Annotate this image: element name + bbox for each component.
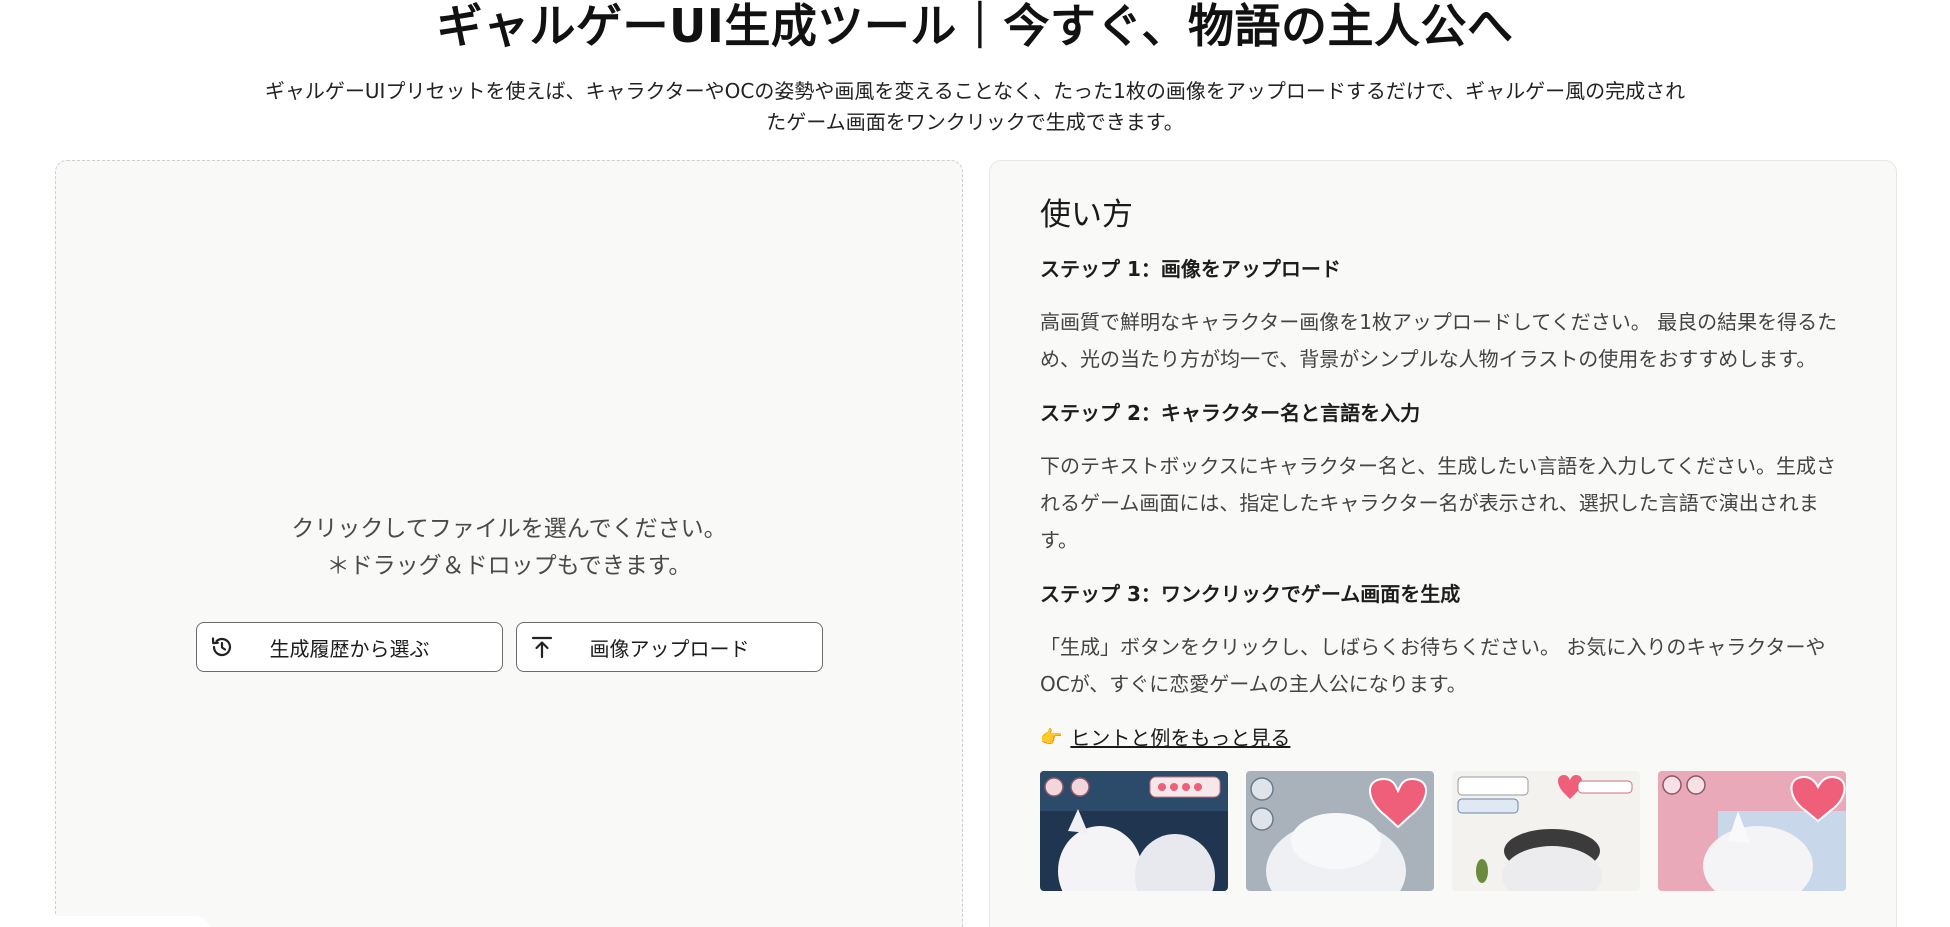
- how-to-panel: 使い方 ステップ 1：画像をアップロード 高画質で鮮明なキャラクター画像を1枚ア…: [989, 160, 1897, 927]
- step-2-heading: ステップ 2：キャラクター名と言語を入力: [1040, 401, 1421, 425]
- page-title: ギャルゲーUI生成ツール｜今すぐ、物語の主人公へ: [436, 0, 1514, 53]
- example-thumbnails: [1040, 771, 1850, 891]
- upload-hint-line-1: クリックしてファイルを選んでください。: [291, 516, 727, 542]
- upload-hint: クリックしてファイルを選んでください。 ＊ドラッグ＆ドロップもできます。: [56, 511, 962, 585]
- step-2-body: 下のテキストボックスにキャラクター名と、生成したい言語を入力してください。生成さ…: [1040, 454, 1836, 552]
- example-thumbnail-4[interactable]: [1658, 771, 1846, 891]
- subtitle-line-2: たゲーム画面をワンクリックで生成できます。: [766, 110, 1184, 134]
- upload-dropzone[interactable]: クリックしてファイルを選んでください。 ＊ドラッグ＆ドロップもできます。 生成履…: [55, 160, 963, 927]
- subtitle-line-1: ギャルゲーUIプリセットを使えば、キャラクターやOCの姿勢や画風を変えることなく…: [264, 79, 1686, 103]
- how-to-title: 使い方: [1040, 197, 1133, 233]
- step-1-heading: ステップ 1：画像をアップロード: [1040, 257, 1341, 281]
- more-tips-link[interactable]: ヒントと例をもっと見る: [1070, 723, 1290, 753]
- page-subtitle: ギャルゲーUIプリセットを使えば、キャラクターやOCの姿勢や画風を変えることなく…: [200, 76, 1750, 138]
- upload-image-button[interactable]: 画像アップロード: [516, 622, 823, 672]
- pointing-hand-icon: 👉: [1040, 727, 1063, 748]
- example-thumbnail-1[interactable]: [1040, 771, 1228, 891]
- upload-image-label: 画像アップロード: [589, 636, 750, 661]
- step-1-body: 高画質で鮮明なキャラクター画像を1枚アップロードしてください。 最良の結果を得る…: [1040, 310, 1838, 371]
- bottom-floating-chip: [0, 916, 210, 927]
- example-thumbnail-2[interactable]: [1246, 771, 1434, 891]
- step-3-heading: ステップ 3：ワンクリックでゲーム画面を生成: [1040, 582, 1461, 606]
- upload-arrow-icon: [529, 634, 555, 660]
- tips-row: 👉 ヒントと例をもっと見る: [1040, 723, 1850, 753]
- select-from-history-label: 生成履歴から選ぶ: [269, 636, 430, 661]
- step-3-body: 「生成」ボタンをクリックし、しばらくお待ちください。 お気に入りのキャラクターや…: [1040, 635, 1826, 696]
- history-icon: [209, 634, 235, 660]
- select-from-history-button[interactable]: 生成履歴から選ぶ: [196, 622, 503, 672]
- upload-hint-line-2: ＊ドラッグ＆ドロップもできます。: [326, 553, 692, 579]
- example-thumbnail-3[interactable]: [1452, 771, 1640, 891]
